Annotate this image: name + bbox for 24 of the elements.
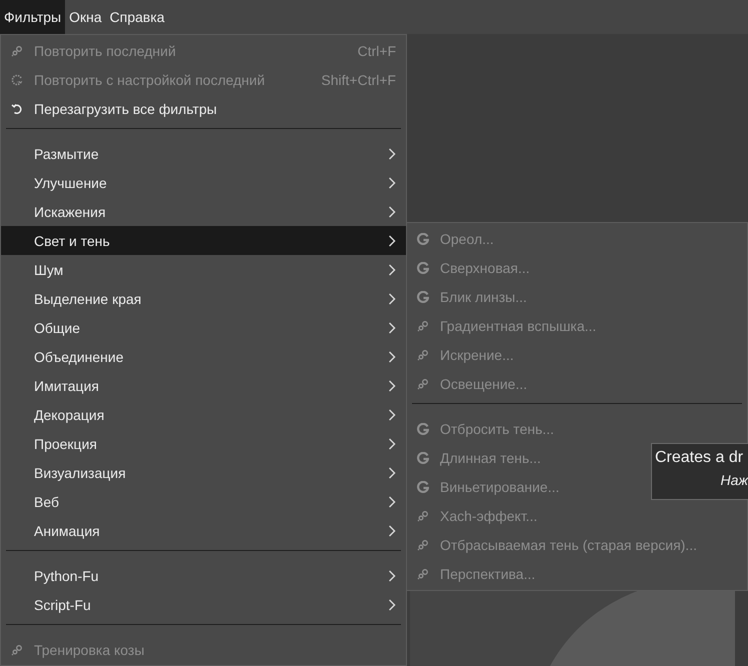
menu-item[interactable]: Проекция: [1, 429, 406, 458]
menu-item[interactable]: Объединение: [1, 342, 406, 371]
menu-item[interactable]: Свет и тень: [1, 226, 406, 255]
menu-item[interactable]: Анимация: [1, 516, 406, 545]
menubar-item[interactable]: Справка: [106, 0, 169, 34]
menubar-item[interactable]: Окна: [65, 0, 106, 34]
menu-item[interactable]: Визуализация: [1, 458, 406, 487]
menu-item[interactable]: Общие: [1, 313, 406, 342]
menu-item[interactable]: Улучшение: [1, 168, 406, 197]
menu-item[interactable]: Выделение края: [1, 284, 406, 313]
menu-item[interactable]: Шум: [1, 255, 406, 284]
menu-item[interactable]: Веб: [1, 487, 406, 516]
reload-icon: [11, 102, 23, 114]
menu-item[interactable]: Декорация: [1, 400, 406, 429]
shortcut-label: Ctrl+F: [358, 42, 396, 58]
menu-item[interactable]: Script-Fu: [1, 590, 406, 619]
tooltip-text: Creates a dr: [654, 448, 744, 467]
shortcut-label: Shift+Ctrl+F: [321, 72, 396, 88]
menu-item[interactable]: Имитация: [1, 371, 406, 400]
menu-item[interactable]: Перезагрузить все фильтры: [1, 94, 406, 123]
menu-item[interactable]: Искажения: [1, 197, 406, 226]
menu-item[interactable]: Python-Fu: [1, 561, 406, 590]
menubar-item[interactable]: Фильтры: [0, 0, 66, 34]
menu-item[interactable]: Размытие: [1, 139, 406, 168]
